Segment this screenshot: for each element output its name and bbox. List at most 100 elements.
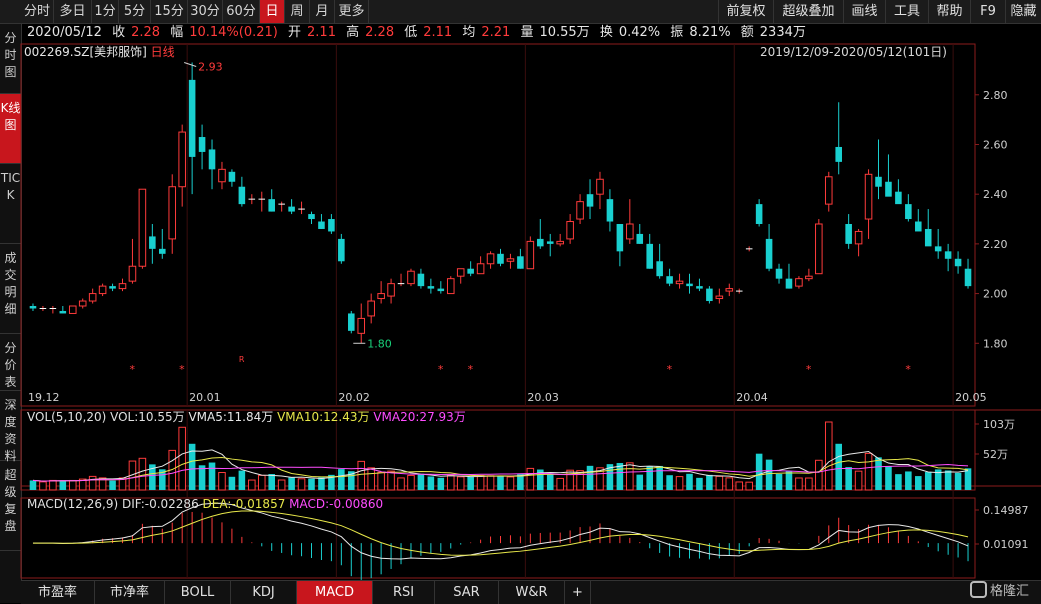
vol-title: VOL(5,10,20): [27, 410, 110, 424]
candle-body: [805, 275, 813, 280]
candle-body: [288, 206, 295, 212]
candle-body: [407, 270, 415, 285]
volume-bar: [556, 477, 564, 491]
indicator-tabbar: 市盈率 市净率 BOLL KDJ MACD RSI SAR W&R +: [21, 580, 1041, 604]
candle-body: [338, 238, 345, 262]
volume-bar: [854, 470, 863, 491]
candle-body: [666, 276, 673, 284]
volume-bar: [208, 462, 216, 490]
volume-bar: [954, 472, 962, 490]
candle-body: [467, 268, 474, 274]
candle-body: [188, 79, 196, 157]
volume-bar: [476, 475, 485, 491]
volume-bar: [775, 473, 783, 490]
candle-body: [318, 221, 325, 229]
candle-body: [934, 246, 942, 252]
volume-bar: [59, 480, 67, 490]
candle-body: [138, 188, 147, 267]
indicator-tab[interactable]: MACD: [297, 581, 373, 604]
volume-bar: [218, 472, 226, 491]
candle-body: [854, 230, 863, 245]
indicator-tab[interactable]: BOLL: [165, 581, 231, 604]
candle-body: [59, 310, 67, 314]
indicator-tab[interactable]: W&R: [499, 581, 565, 604]
y-tick-label: 2.60: [983, 138, 1008, 151]
indicator-tab[interactable]: 市净率: [95, 581, 165, 604]
candle-body: [78, 300, 87, 307]
candle-body: [795, 278, 803, 287]
volume-bar: [506, 476, 515, 491]
y-tick-label: 2.80: [983, 89, 1008, 102]
candle-body: [238, 186, 246, 205]
volume-bar: [696, 477, 703, 490]
volume-bar: [765, 459, 773, 490]
volume-bar: [824, 421, 833, 491]
candle-body: [427, 286, 435, 289]
indicator-tab[interactable]: 市盈率: [21, 581, 95, 604]
annotation-arrow: [184, 62, 197, 67]
candle-body: [417, 273, 425, 287]
candle-body: [606, 199, 614, 222]
event-marker: *: [438, 363, 444, 376]
y-tick-label: 2.20: [983, 238, 1008, 251]
candle-body: [446, 278, 455, 295]
candle-body: [178, 131, 186, 188]
candle-body: [686, 283, 693, 287]
candle-body: [964, 268, 972, 287]
vol-legend-item: VMA20:27.93万: [373, 410, 465, 424]
logo-icon: [969, 581, 987, 598]
volume-bar: [706, 474, 713, 490]
price-annotation: 2.93: [198, 60, 223, 73]
volume-bar: [277, 479, 286, 491]
y-tick-label: 2.40: [983, 188, 1008, 201]
candle-body: [626, 223, 634, 240]
volume-bar: [29, 480, 37, 490]
candle-body: [526, 240, 535, 270]
add-tab-button[interactable]: +: [565, 581, 591, 604]
volume-bars: [29, 421, 972, 491]
candle-body: [815, 223, 823, 275]
volume-bar: [397, 477, 405, 491]
candle-body: [845, 224, 852, 244]
candle-body: [864, 173, 873, 220]
candle-body: [377, 293, 385, 300]
volume-bar: [656, 465, 663, 490]
event-marker: *: [806, 363, 812, 376]
candle-body: [895, 191, 902, 205]
event-marker: *: [468, 363, 474, 376]
macd-histogram: [62, 511, 969, 580]
candle-body: [696, 286, 703, 289]
candle-body: [357, 317, 366, 334]
candle-body: [875, 176, 882, 187]
volume-bar: [915, 476, 922, 490]
candle-body: [765, 238, 773, 269]
x-tick-label: 20.05: [955, 391, 987, 404]
volume-bar: [626, 462, 634, 491]
macd-title: MACD(12,26,9): [27, 497, 122, 511]
volume-bar: [387, 470, 395, 491]
indicator-tab[interactable]: SAR: [435, 581, 499, 604]
macd-legend-item: DIF:-0.02286: [122, 497, 203, 511]
volume-bar: [646, 466, 653, 490]
candle-body: [149, 236, 156, 249]
volume-bar: [268, 474, 275, 490]
volume-bar: [636, 474, 644, 490]
candle-body: [98, 285, 107, 295]
macd-legend: MACD(12,26,9) DIF:-0.02286 DEA:-0.01857 …: [27, 497, 383, 511]
indicator-tab[interactable]: RSI: [373, 581, 435, 604]
volume-bar: [715, 475, 724, 491]
candle-body: [308, 214, 315, 220]
volume-bar: [338, 469, 345, 490]
volume-bar: [835, 443, 842, 490]
volume-bar: [546, 473, 554, 490]
kline-chart[interactable]: 1.80 2.00 2.20 2.40 2.60 2.80 19.12 20.01 20.02 2…: [0, 0, 1041, 603]
volume-bar: [725, 477, 734, 491]
volume-bar: [745, 481, 753, 491]
candle-body: [944, 251, 952, 259]
volume-bar: [377, 471, 385, 491]
candle-body: [656, 261, 663, 277]
indicator-tab[interactable]: KDJ: [231, 581, 297, 604]
candle-body: [785, 278, 793, 289]
event-marker: *: [129, 363, 135, 376]
volume-bar: [257, 474, 266, 491]
